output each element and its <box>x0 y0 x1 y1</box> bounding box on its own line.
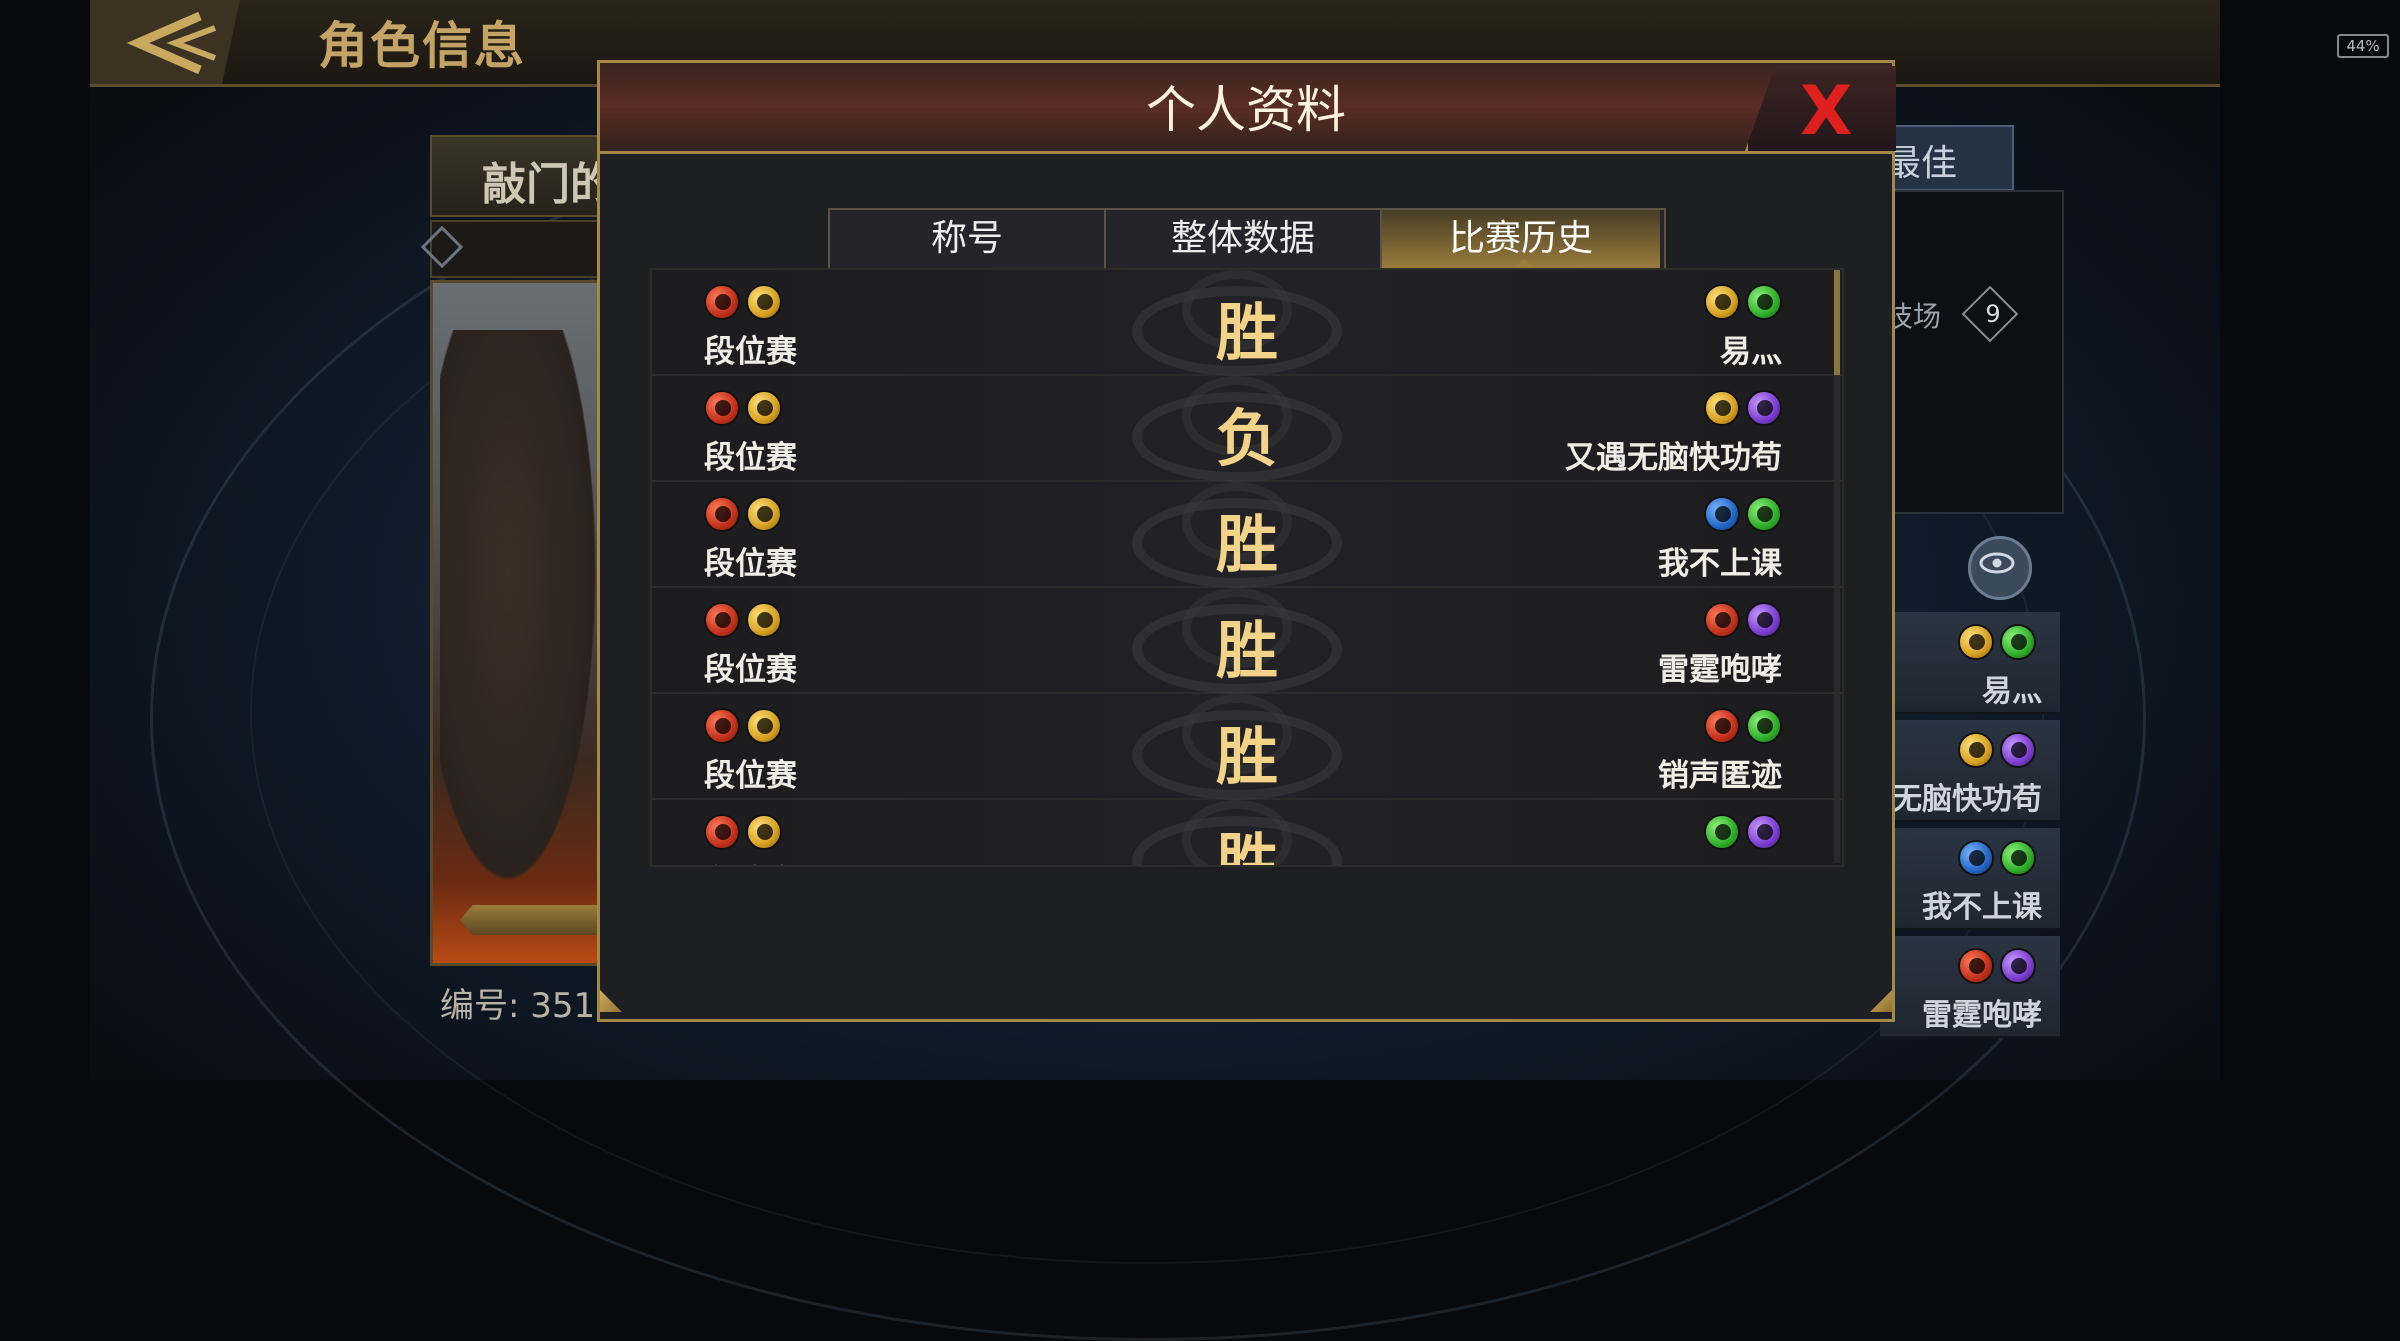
opponent-name: 销声匿迹 <box>1658 758 1782 794</box>
gold-class-icon <box>1958 624 1994 660</box>
match-history-list[interactable]: 段位赛胜易灬 段位赛负又遇无脑快功苟 段位赛胜我不上课 段位赛胜雷霆咆哮 段位赛胜销声匿… <box>650 268 1844 867</box>
tab-titles[interactable]: 称号 <box>830 210 1106 268</box>
gold-class-icon <box>746 602 782 638</box>
recent-opponent-name: 易灬 <box>1982 674 2042 709</box>
match-mode: 段位赛 <box>704 758 797 794</box>
green-class-icon <box>1746 708 1782 744</box>
opponent-name: 雷霆咆哮 <box>1658 652 1782 688</box>
gold-class-icon <box>1704 284 1740 320</box>
match-result: 胜 <box>1215 720 1278 793</box>
green-class-icon <box>1704 814 1740 850</box>
match-mode: 段位赛 <box>704 334 797 370</box>
blue-class-icon <box>1958 840 1994 876</box>
purple-class-icon <box>2000 732 2036 768</box>
match-result: 胜 <box>1215 826 1278 867</box>
page-title: 角色信息 <box>318 17 526 75</box>
tab-overall-stats[interactable]: 整体数据 <box>1106 210 1382 268</box>
arena-box <box>1880 190 2064 514</box>
opponent-name: 又遇无脑快功苟 <box>1565 440 1782 476</box>
recent-opponent-name: 我不上课 <box>1922 890 2042 925</box>
match-mode: 段位赛 <box>704 440 797 476</box>
match-row[interactable]: 段位赛 胜易灬 <box>652 270 1842 376</box>
green-class-icon <box>1746 496 1782 532</box>
back-button[interactable] <box>90 0 240 84</box>
match-row[interactable]: 段位赛 胜 <box>652 800 1842 867</box>
character-nameplate <box>460 905 620 935</box>
red-class-icon <box>704 814 740 850</box>
recent-opponent-item[interactable]: 我不上课 <box>1880 828 2060 930</box>
match-result: 胜 <box>1215 508 1278 581</box>
red-class-icon <box>704 708 740 744</box>
green-class-icon <box>2000 624 2036 660</box>
eye-icon <box>1979 552 2015 574</box>
purple-class-icon <box>1746 390 1782 426</box>
gold-class-icon <box>1958 732 1994 768</box>
red-class-icon <box>1704 602 1740 638</box>
gold-class-icon <box>746 814 782 850</box>
character-name: 敲门的 <box>482 159 614 210</box>
match-row[interactable]: 段位赛 胜雷霆咆哮 <box>652 588 1842 694</box>
arena-number: 9 <box>1985 300 2001 328</box>
gold-class-icon <box>1704 390 1740 426</box>
match-result: 胜 <box>1215 614 1278 687</box>
red-class-icon <box>1958 948 1994 984</box>
match-mode: 段位赛 <box>704 856 797 865</box>
back-arrow-icon <box>126 11 217 75</box>
gold-class-icon <box>746 496 782 532</box>
purple-class-icon <box>2000 948 2036 984</box>
match-result: 负 <box>1215 402 1278 475</box>
red-class-icon <box>704 284 740 320</box>
recent-opponent-item[interactable]: 无脑快功苟 <box>1880 720 2060 822</box>
purple-class-icon <box>1746 602 1782 638</box>
character-figure <box>440 330 610 930</box>
recent-opponent-name: 无脑快功苟 <box>1892 782 2042 817</box>
red-class-icon <box>704 496 740 532</box>
tab-match-history[interactable]: 比赛历史 <box>1382 210 1660 268</box>
match-mode: 段位赛 <box>704 652 797 688</box>
match-row[interactable]: 段位赛 胜我不上课 <box>652 482 1842 588</box>
match-row[interactable]: 段位赛 胜销声匿迹 <box>652 694 1842 800</box>
opponent-name: 我不上课 <box>1658 546 1782 582</box>
red-class-icon <box>704 602 740 638</box>
close-icon[interactable]: X <box>1800 72 1852 151</box>
opponent-name: 易灬 <box>1720 334 1782 370</box>
green-class-icon <box>2000 840 2036 876</box>
recent-opponent-item[interactable]: 雷霆咆哮 <box>1880 936 2060 1038</box>
match-result: 胜 <box>1215 296 1278 369</box>
gold-class-icon <box>746 284 782 320</box>
scrollbar-thumb[interactable] <box>1834 270 1840 375</box>
gold-class-icon <box>746 708 782 744</box>
purple-class-icon <box>1746 814 1782 850</box>
gold-class-icon <box>746 390 782 426</box>
recent-opponent-name: 雷霆咆哮 <box>1922 998 2042 1033</box>
dialog-title: 个人资料 <box>1146 81 1346 139</box>
green-class-icon <box>1746 284 1782 320</box>
blue-class-icon <box>1704 496 1740 532</box>
red-class-icon <box>704 390 740 426</box>
recent-opponent-item[interactable]: 易灬 <box>1880 612 2060 714</box>
match-mode: 段位赛 <box>704 546 797 582</box>
match-row[interactable]: 段位赛 负又遇无脑快功苟 <box>652 376 1842 482</box>
character-id: 编号: 3518 <box>440 986 617 1026</box>
battery-indicator: 44% <box>2337 34 2389 58</box>
red-class-icon <box>1704 708 1740 744</box>
